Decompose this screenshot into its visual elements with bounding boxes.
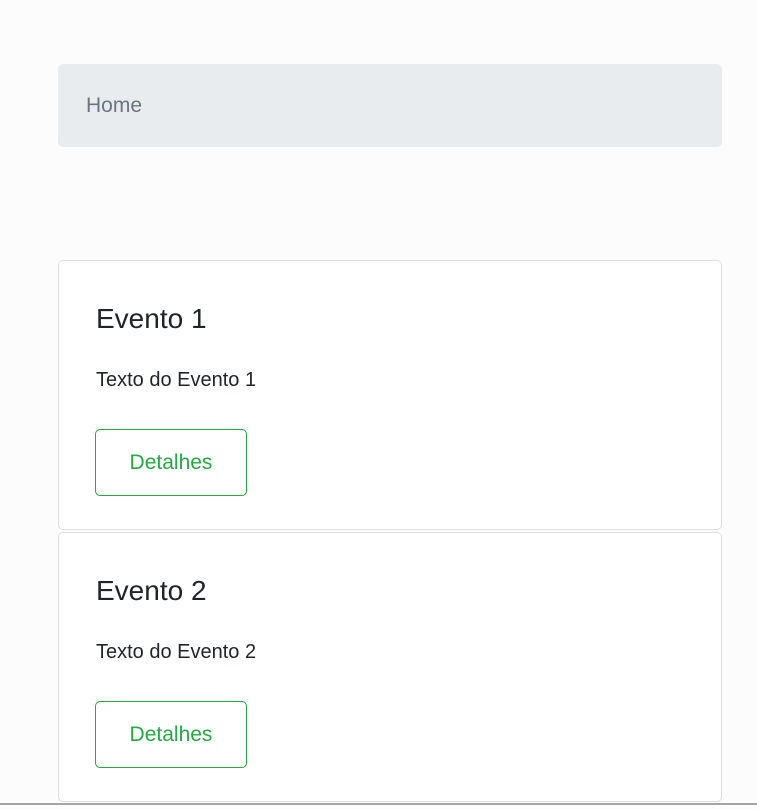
details-button[interactable]: Detalhes [95,701,247,768]
bottom-divider [0,803,757,805]
breadcrumb-item-home[interactable]: Home [86,94,142,118]
card-text: Texto do Evento 1 [96,369,257,391]
details-button[interactable]: Detalhes [95,429,247,496]
event-card: Evento 2 Texto do Evento 2 Detalhes [58,532,722,802]
breadcrumb: Home [58,64,722,147]
card-text: Texto do Evento 2 [96,641,257,663]
page: Home Evento 1 Texto do Evento 1 Detalhes… [0,0,757,809]
card-title: Evento 2 [96,575,207,606]
event-card: Evento 1 Texto do Evento 1 Detalhes [58,260,722,530]
card-title: Evento 1 [96,303,207,334]
